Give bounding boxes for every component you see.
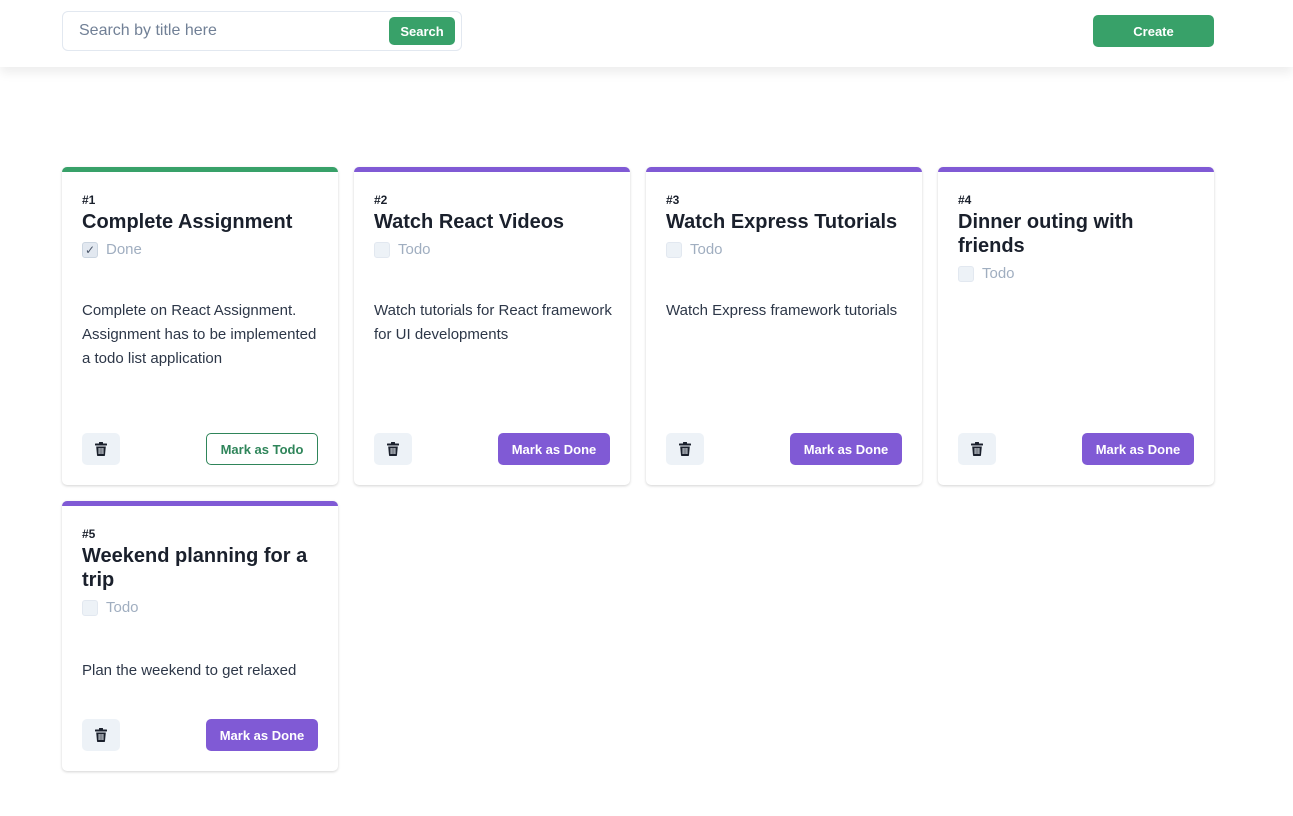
- task-status: Todo: [666, 241, 723, 258]
- mark-as-done-button[interactable]: Mark as Done: [206, 719, 318, 751]
- task-description: Complete on React Assignment. Assignment…: [82, 302, 317, 367]
- task-number: #2: [374, 193, 388, 207]
- delete-button[interactable]: [666, 433, 704, 465]
- create-button[interactable]: Create: [1093, 15, 1214, 47]
- task-number: #3: [666, 193, 680, 207]
- status-checkbox[interactable]: [958, 265, 974, 282]
- mark-as-done-button[interactable]: Mark as Done: [498, 433, 610, 465]
- task-number: #5: [82, 527, 96, 541]
- top-navbar: Search Create: [0, 0, 1293, 67]
- delete-button[interactable]: [82, 433, 120, 465]
- status-label: Done: [106, 241, 142, 258]
- status-checkbox[interactable]: [374, 241, 390, 258]
- search-bar: Search: [62, 11, 462, 51]
- task-description: Plan the weekend to get relaxed: [82, 662, 297, 679]
- status-label: Todo: [106, 599, 139, 616]
- task-card: #2 Watch React Videos Todo Watch tutoria…: [354, 167, 630, 485]
- delete-button[interactable]: [958, 433, 996, 465]
- trash-icon: [95, 442, 107, 456]
- task-card: #4 Dinner outing with friends Todo Mark …: [938, 167, 1214, 485]
- status-checkbox[interactable]: ✓: [82, 241, 98, 258]
- trash-icon: [971, 442, 983, 456]
- search-input[interactable]: [64, 13, 384, 49]
- status-checkbox[interactable]: [82, 599, 98, 616]
- mark-as-done-button[interactable]: Mark as Done: [1082, 433, 1194, 465]
- task-status: Todo: [82, 599, 139, 616]
- task-title: Dinner outing with friends: [958, 211, 1134, 257]
- task-description: Watch tutorials for React framework for …: [374, 302, 612, 343]
- task-title: Complete Assignment: [82, 211, 293, 233]
- task-card: #3 Watch Express Tutorials Todo Watch Ex…: [646, 167, 922, 485]
- task-description: Watch Express framework tutorials: [666, 302, 898, 319]
- task-title: Watch Express Tutorials: [666, 211, 898, 233]
- task-title: Weekend planning for a trip: [82, 545, 308, 591]
- mark-as-done-button[interactable]: Mark as Done: [790, 433, 902, 465]
- task-status: ✓ Done: [82, 241, 142, 258]
- status-label: Todo: [982, 265, 1015, 282]
- trash-icon: [95, 728, 107, 742]
- status-label: Todo: [398, 241, 431, 258]
- task-status: Todo: [374, 241, 431, 258]
- task-card: #5 Weekend planning for a trip Todo Plan…: [62, 501, 338, 771]
- task-number: #1: [82, 193, 96, 207]
- status-label: Todo: [690, 241, 723, 258]
- search-button[interactable]: Search: [389, 17, 455, 45]
- trash-icon: [387, 442, 399, 456]
- task-status: Todo: [958, 265, 1015, 282]
- delete-button[interactable]: [374, 433, 412, 465]
- trash-icon: [679, 442, 691, 456]
- task-title: Watch React Videos: [374, 211, 565, 233]
- task-card: #1 Complete Assignment ✓ Done Complete o…: [62, 167, 338, 485]
- task-number: #4: [958, 193, 972, 207]
- mark-as-todo-button[interactable]: Mark as Todo: [206, 433, 318, 465]
- delete-button[interactable]: [82, 719, 120, 751]
- status-checkbox[interactable]: [666, 241, 682, 258]
